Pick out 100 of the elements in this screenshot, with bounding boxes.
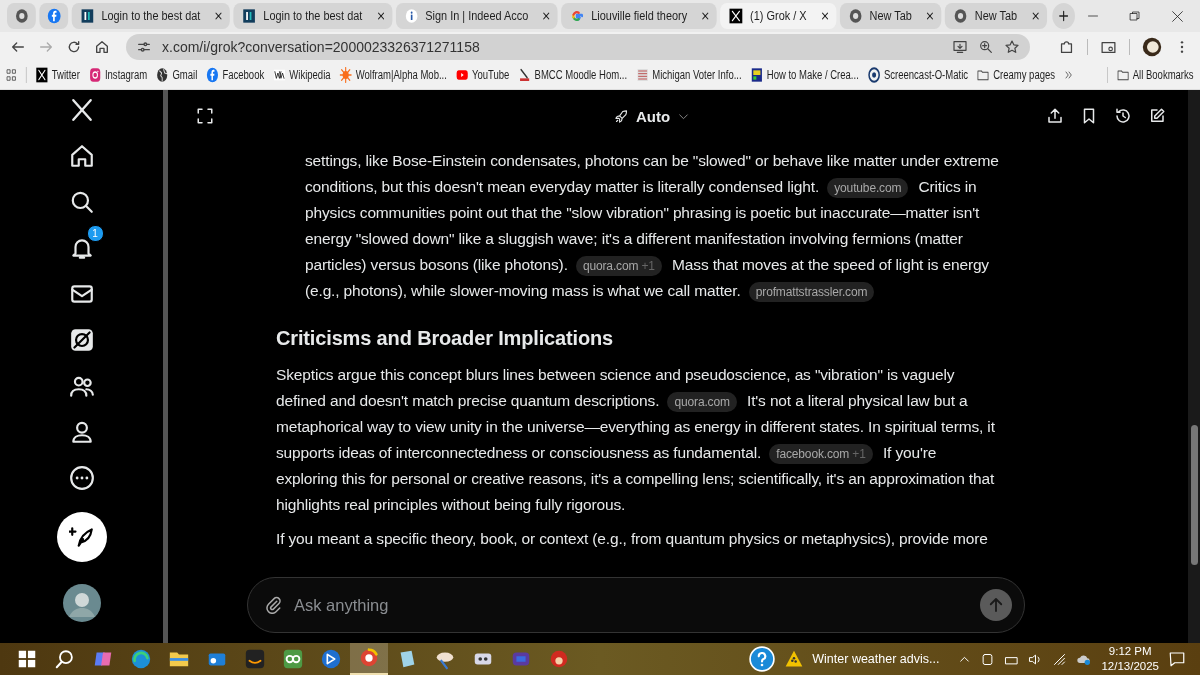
notification-badge: 1: [86, 225, 104, 242]
bookmark[interactable]: Wikipedia: [273, 67, 331, 83]
history-icon[interactable]: [1114, 107, 1132, 125]
browser-tab[interactable]: [7, 3, 36, 29]
answer-paragraph: Skeptics argue this concept blurs lines between science and pseudoscience, as "vibration" is vaguely defined and doesn't match precise quantum descriptions. quora.com It's not a literal physical law but a metaphorical way to view unity in the universe—everything as energy in different states. In spiritual terms, it supports ideas of interconnectedness or consciousness as fundamental. facebook.com +1 If you're exploring this for personal or creative reasons, it's a compelling lens; scientifically, it's an approximation that highlights real principles without being fully rigorous.: [276, 365, 996, 515]
site-logo-icon: [750, 67, 763, 83]
notifications-icon[interactable]: [1168, 650, 1186, 668]
browser-tab[interactable]: Login to the best dat: [233, 3, 393, 29]
zoom-icon[interactable]: [978, 39, 994, 55]
app-icon[interactable]: [320, 648, 342, 670]
site-logo-icon: [206, 67, 219, 83]
source-link[interactable]: facebook.com +1: [769, 444, 873, 464]
tab-title: New Tab: [869, 9, 912, 23]
browser-tab[interactable]: Liouville field theory: [561, 3, 717, 29]
info-icon: [404, 8, 419, 24]
bookmark[interactable]: Creamy pages: [977, 67, 1056, 83]
home-icon[interactable]: [94, 39, 110, 55]
bookmark[interactable]: Facebook: [206, 67, 265, 83]
close-icon[interactable]: [542, 11, 552, 21]
close-icon[interactable]: [1031, 11, 1040, 21]
bookmark[interactable]: Wolfram|Alpha Mob...: [339, 67, 447, 83]
browser-tab[interactable]: New Tab: [945, 3, 1047, 29]
message-input[interactable]: Ask anything: [292, 594, 970, 616]
site-logo-icon: [273, 67, 286, 83]
site-logo-icon: [570, 8, 585, 24]
close-icon[interactable]: [376, 11, 386, 21]
compose-button[interactable]: [56, 512, 107, 562]
home-icon[interactable]: [68, 143, 95, 169]
profile-avatar-icon[interactable]: [1142, 37, 1162, 57]
paragraph-text: If you meant a specific theory, book, or context (e.g., from quantum physics or metaphysics), provide more: [276, 530, 988, 547]
bookmark[interactable]: Screencast-O-Matic: [867, 67, 969, 83]
source-link[interactable]: youtube.com: [827, 178, 909, 198]
source-link[interactable]: quora.com +1: [575, 256, 662, 276]
new-tab-button[interactable]: [1052, 3, 1075, 29]
warning-icon: [784, 649, 805, 669]
bookmark[interactable]: YouTube: [456, 67, 510, 83]
tab-title: Liouville field theory: [591, 9, 688, 23]
play-logo-icon: [456, 67, 469, 83]
start-icon[interactable]: [16, 648, 38, 670]
bookmark[interactable]: BMCC Moodle Hom...: [518, 67, 628, 83]
bookmark[interactable]: Gmail: [156, 67, 198, 83]
browser-tab[interactable]: [39, 3, 69, 29]
source-link[interactable]: profmattstrassler.com: [748, 282, 875, 302]
more-icon[interactable]: [68, 465, 95, 491]
browser-icon[interactable]: [130, 648, 152, 670]
browser-tab[interactable]: Sign In | Indeed Acco: [395, 3, 558, 29]
clock-time[interactable]: 9:12 PM: [1108, 644, 1152, 659]
paperclip-icon[interactable]: [264, 596, 282, 614]
search-icon[interactable]: [54, 648, 76, 670]
app-icon[interactable]: [244, 648, 266, 670]
back-icon[interactable]: [10, 39, 26, 55]
close-icon[interactable]: [214, 11, 224, 21]
section-heading: Criticisms and Broader Implications: [276, 326, 615, 351]
x-logo-icon: [35, 67, 48, 83]
source-link[interactable]: quora.com: [667, 392, 737, 412]
browser-tab[interactable]: Login to the best dat: [71, 3, 231, 29]
bookmark[interactable]: Instagram: [88, 67, 148, 83]
apps-icon[interactable]: [6, 68, 17, 82]
message-field[interactable]: Ask anything: [247, 577, 1025, 633]
ring-logo-icon: [848, 8, 863, 24]
share-icon[interactable]: [1046, 107, 1064, 125]
tab-title: New Tab: [974, 9, 1018, 23]
bookmark[interactable]: Twitter: [35, 67, 80, 83]
mode-selector[interactable]: Auto: [607, 103, 697, 129]
app-icon[interactable]: [548, 648, 570, 670]
close-icon[interactable]: [925, 11, 935, 21]
weather-alert[interactable]: Winter weather advis...: [784, 649, 940, 669]
install-app-icon[interactable]: [952, 39, 968, 55]
rocket-icon: [613, 108, 629, 124]
scrollbar-thumb[interactable]: [1191, 425, 1198, 565]
star-icon[interactable]: [1004, 39, 1020, 55]
tab-title: Sign In | Indeed Acco: [425, 9, 529, 23]
expand-icon[interactable]: [196, 107, 214, 125]
tab-title: Login to the best dat: [263, 9, 363, 23]
close-icon[interactable]: [1171, 9, 1184, 23]
slashed-square-icon[interactable]: [68, 327, 95, 353]
bookmark-folder[interactable]: All Bookmarks: [1116, 67, 1194, 83]
site-logo-icon: [867, 67, 881, 83]
restore-icon[interactable]: [1129, 10, 1141, 22]
close-icon[interactable]: [701, 11, 710, 21]
help-icon[interactable]: [749, 646, 776, 672]
ring-logo-icon: [14, 8, 29, 24]
extensions-icon[interactable]: [1058, 38, 1075, 56]
send-button[interactable]: [980, 589, 1012, 621]
close-icon[interactable]: [820, 11, 830, 21]
clock-date[interactable]: 12/13/2025: [1101, 659, 1159, 674]
app-icon[interactable]: [358, 647, 380, 669]
x-logo-icon: [729, 8, 744, 24]
bookmark[interactable]: How to Make / Crea...: [750, 67, 859, 83]
avatar[interactable]: [62, 584, 101, 622]
browser-tab[interactable]: New Tab: [839, 3, 942, 29]
site-settings-icon[interactable]: [136, 39, 152, 55]
feather-plus-icon: [68, 524, 95, 550]
tab-title: Login to the best dat: [101, 9, 201, 23]
browser-tab[interactable]: (1) Grok / X: [720, 3, 837, 29]
reload-icon[interactable]: [66, 39, 82, 55]
site-logo-icon: [80, 8, 95, 24]
bookmark[interactable]: Michigan Voter Info...: [636, 67, 742, 83]
edit-icon[interactable]: [1148, 107, 1166, 125]
plus-icon: [1058, 10, 1069, 22]
